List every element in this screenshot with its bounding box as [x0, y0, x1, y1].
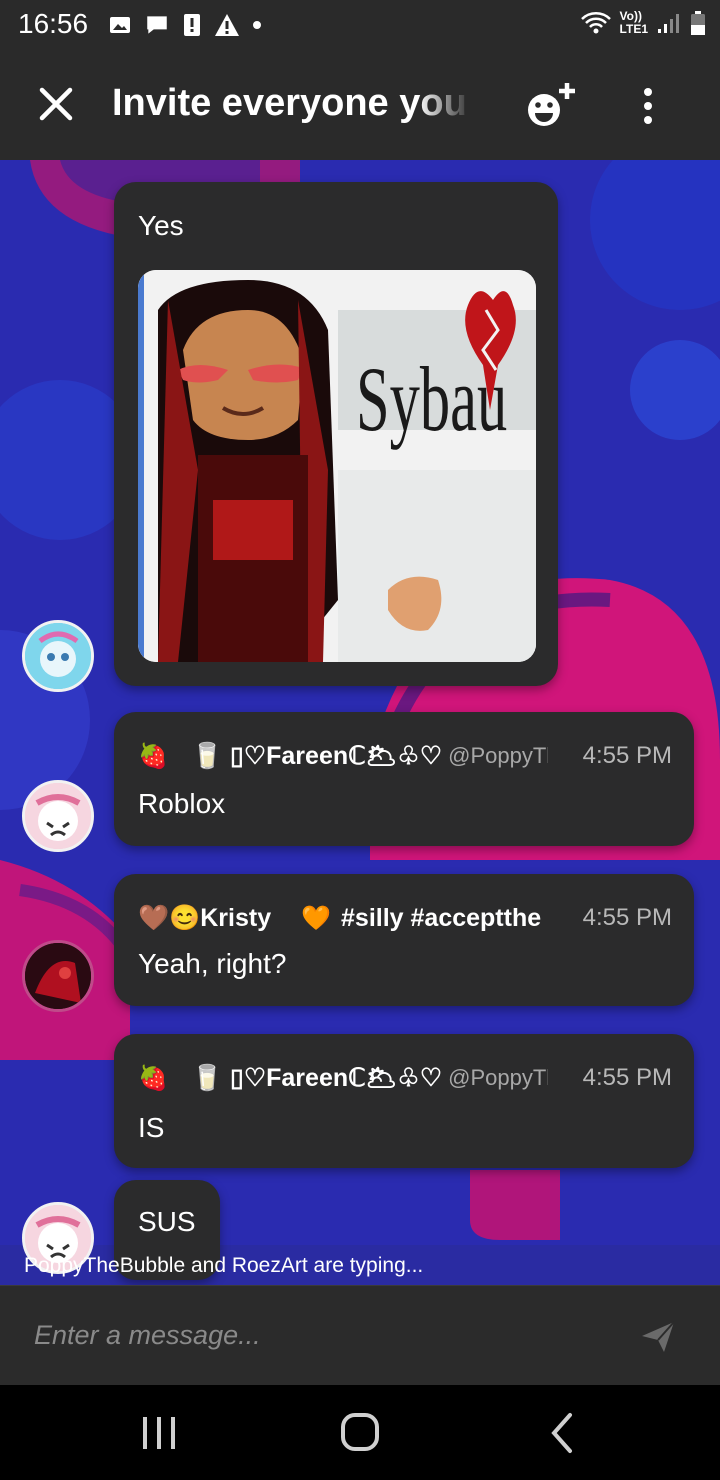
author-name[interactable]: 🥛 ▯♡Fareenℂ🌥♧♡ — [192, 741, 442, 771]
message-bubble[interactable]: 🤎😊Kristy 🧡 #silly #acceptthe 4:55 PM Yea… — [114, 874, 694, 1006]
battery-icon — [691, 11, 705, 35]
more-vertical-icon[interactable] — [636, 86, 660, 126]
author-handle[interactable]: @PoppyTh — [448, 1065, 548, 1091]
dot-icon — [253, 21, 261, 29]
message-time: 4:55 PM — [582, 904, 672, 931]
author-name[interactable]: 🤎😊Kristy — [138, 904, 271, 933]
notification-icons — [108, 12, 262, 38]
recent-apps-icon[interactable] — [134, 1411, 184, 1455]
sybau-image: Sybau — [138, 270, 536, 662]
message-text: SUS — [138, 1206, 196, 1237]
chat-title[interactable]: Invite everyone you — [112, 82, 472, 125]
gallery-icon — [110, 17, 130, 33]
message-text: Yeah, right? — [138, 948, 287, 979]
add-emoji-icon[interactable] — [524, 80, 580, 132]
message-time: 4:55 PM — [582, 1064, 672, 1091]
avatar[interactable] — [22, 620, 94, 692]
message-meta: 🤎😊Kristy 🧡 #silly #acceptthe 4:55 PM — [138, 900, 672, 936]
chat-area[interactable]: Yes Sybau 🍓 🥛 ▯♡Fareenℂ🌥♧♡ @PoppyTh 4:55… — [0, 160, 720, 1285]
system-nav-bar — [0, 1385, 720, 1480]
avatar-image — [25, 783, 91, 849]
alert-icon — [184, 14, 200, 36]
message-meta: 🍓 🥛 ▯♡Fareenℂ🌥♧♡ @PoppyTh 4:55 PM — [138, 1060, 672, 1096]
message-composer — [0, 1285, 720, 1386]
message-time: 4:55 PM — [582, 742, 672, 769]
author-handle[interactable]: @PoppyTh — [448, 743, 548, 769]
system-icons: Vo)) LTE1 — [580, 10, 706, 36]
avatar-image — [25, 623, 91, 689]
send-icon[interactable] — [638, 1316, 678, 1356]
chat-header: Invite everyone you — [0, 52, 720, 160]
avatar-image — [25, 943, 91, 1009]
author-tags[interactable]: #silly #acceptthe — [341, 904, 541, 933]
back-icon[interactable] — [538, 1411, 588, 1455]
author-name[interactable]: 🥛 ▯♡Fareenℂ🌥♧♡ — [192, 1063, 442, 1093]
message-bubble[interactable]: Yes Sybau — [114, 182, 558, 686]
status-time: 16:56 — [18, 8, 89, 39]
signal-icon — [658, 14, 679, 33]
typing-indicator: PoppyTheBubble and RoezArt are typing... — [24, 1254, 424, 1277]
author-prefix-emoji: 🍓 — [138, 1064, 168, 1092]
warning-icon — [215, 14, 239, 36]
status-bar: 16:56 Vo)) LTE1 — [0, 0, 720, 52]
message-text: IS — [138, 1112, 165, 1143]
message-text: Roblox — [138, 788, 226, 819]
network-label: Vo)) LTE1 — [620, 10, 648, 36]
home-icon[interactable] — [335, 1411, 385, 1455]
tag-emoji: 🧡 — [301, 904, 332, 932]
message-image[interactable]: Sybau — [138, 270, 536, 662]
message-bubble[interactable]: 🍓 🥛 ▯♡Fareenℂ🌥♧♡ @PoppyTh 4:55 PM IS — [114, 1034, 694, 1168]
message-meta: 🍓 🥛 ▯♡Fareenℂ🌥♧♡ @PoppyTh 4:55 PM — [138, 738, 672, 774]
message-icon — [147, 16, 167, 34]
author-prefix-emoji: 🍓 — [138, 742, 168, 770]
message-text: Yes — [138, 210, 184, 241]
avatar[interactable] — [22, 780, 94, 852]
wifi-icon — [580, 12, 611, 34]
message-input[interactable] — [32, 1314, 596, 1356]
avatar[interactable] — [22, 940, 94, 1012]
close-icon[interactable] — [36, 84, 76, 124]
message-bubble[interactable]: 🍓 🥛 ▯♡Fareenℂ🌥♧♡ @PoppyTh 4:55 PM Roblox — [114, 712, 694, 846]
network-bottom: LTE1 — [619, 22, 648, 36]
